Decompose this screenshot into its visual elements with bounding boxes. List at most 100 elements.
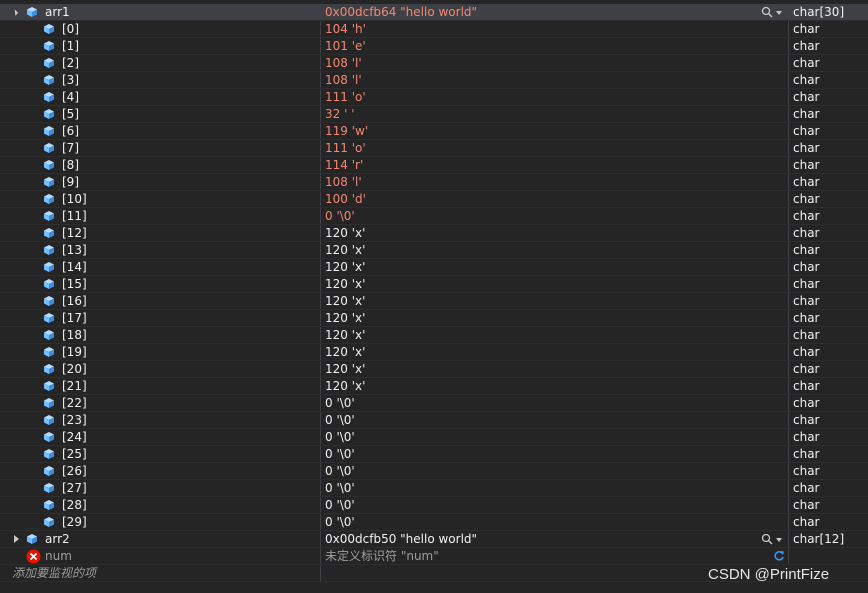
element-index: [25] bbox=[62, 447, 87, 461]
chevron-down-icon[interactable] bbox=[776, 538, 782, 542]
value-cell[interactable]: 104 'h' bbox=[320, 21, 787, 37]
variable-name: arr2 bbox=[45, 532, 70, 546]
array-element-row[interactable]: [2] 108 'l' char bbox=[0, 55, 868, 72]
value-cell[interactable]: 120 'x' bbox=[320, 378, 787, 394]
value-cell[interactable]: 119 'w' bbox=[320, 123, 787, 139]
array-element-row[interactable]: [22] 0 '\0' char bbox=[0, 395, 868, 412]
value-cell[interactable]: 0 '\0' bbox=[320, 412, 787, 428]
array-element-row[interactable]: [21] 120 'x' char bbox=[0, 378, 868, 395]
array-element-row[interactable]: [12] 120 'x' char bbox=[0, 225, 868, 242]
variable-cube-icon bbox=[27, 7, 37, 17]
value-cell[interactable]: 0 '\0' bbox=[320, 497, 787, 513]
array-element-row[interactable]: [3] 108 'l' char bbox=[0, 72, 868, 89]
value-cell[interactable]: 100 'd' bbox=[320, 191, 787, 207]
variable-cube-icon bbox=[44, 296, 54, 306]
name-cell: [8] bbox=[0, 157, 319, 173]
value-cell[interactable]: 120 'x' bbox=[320, 242, 787, 258]
array-element-row[interactable]: [19] 120 'x' char bbox=[0, 344, 868, 361]
value-cell[interactable]: 120 'x' bbox=[320, 293, 787, 309]
value-cell[interactable]: 111 'o' bbox=[320, 140, 787, 156]
variable-cube-icon bbox=[44, 109, 54, 119]
array-element-row[interactable]: [7] 111 'o' char bbox=[0, 140, 868, 157]
array-element-row[interactable]: [25] 0 '\0' char bbox=[0, 446, 868, 463]
array-element-row[interactable]: [16] 120 'x' char bbox=[0, 293, 868, 310]
array-element-row[interactable]: [10] 100 'd' char bbox=[0, 191, 868, 208]
array-element-row[interactable]: [18] 120 'x' char bbox=[0, 327, 868, 344]
collapse-arrow-icon[interactable] bbox=[11, 9, 19, 16]
watch-row-arr1[interactable]: arr1 0x00dcfb64 "hello world" char[30] bbox=[0, 4, 868, 21]
chevron-down-icon[interactable] bbox=[776, 11, 782, 15]
name-cell: arr1 bbox=[0, 4, 319, 20]
array-element-row[interactable]: [9] 108 'l' char bbox=[0, 174, 868, 191]
array-element-row[interactable]: [1] 101 'e' char bbox=[0, 38, 868, 55]
magnifier-icon[interactable] bbox=[761, 6, 773, 18]
array-element-row[interactable]: [5] 32 ' ' char bbox=[0, 106, 868, 123]
array-element-row[interactable]: [0] 104 'h' char bbox=[0, 21, 868, 38]
value-cell[interactable]: 0 '\0' bbox=[320, 395, 787, 411]
array-element-row[interactable]: [8] 114 'r' char bbox=[0, 157, 868, 174]
element-index: [15] bbox=[62, 277, 87, 291]
name-cell: [22] bbox=[0, 395, 319, 411]
array-element-row[interactable]: [17] 120 'x' char bbox=[0, 310, 868, 327]
value-cell[interactable]: 120 'x' bbox=[320, 259, 787, 275]
value-cell[interactable]: 0 '\0' bbox=[320, 429, 787, 445]
value-cell[interactable]: 114 'r' bbox=[320, 157, 787, 173]
value-cell[interactable]: 0 '\0' bbox=[320, 208, 787, 224]
type-cell: char bbox=[788, 191, 868, 207]
expand-arrow-icon[interactable] bbox=[14, 535, 19, 543]
value-cell[interactable]: 0x00dcfb64 "hello world" bbox=[320, 4, 787, 20]
array-element-row[interactable]: [4] 111 'o' char bbox=[0, 89, 868, 106]
add-watch-input[interactable]: 添加要监视的项 bbox=[0, 565, 319, 581]
array-element-row[interactable]: [27] 0 '\0' char bbox=[0, 480, 868, 497]
variable-cube-icon bbox=[44, 41, 54, 51]
array-element-row[interactable]: [29] 0 '\0' char bbox=[0, 514, 868, 531]
value-cell[interactable]: 0 '\0' bbox=[320, 514, 787, 530]
element-index: [1] bbox=[62, 39, 79, 53]
magnifier-icon[interactable] bbox=[761, 533, 773, 545]
value-cell[interactable]: 120 'x' bbox=[320, 310, 787, 326]
array-element-row[interactable]: [24] 0 '\0' char bbox=[0, 429, 868, 446]
variable-cube-icon bbox=[44, 500, 54, 510]
array-element-row[interactable]: [15] 120 'x' char bbox=[0, 276, 868, 293]
value-cell[interactable]: 108 'l' bbox=[320, 55, 787, 71]
value-cell[interactable]: 120 'x' bbox=[320, 276, 787, 292]
value-cell[interactable]: 120 'x' bbox=[320, 344, 787, 360]
variable-cube-icon bbox=[44, 364, 54, 374]
type-cell: char bbox=[788, 157, 868, 173]
value-cell[interactable]: 120 'x' bbox=[320, 327, 787, 343]
watch-row-arr2[interactable]: arr2 0x00dcfb50 "hello world" char[12] bbox=[0, 531, 868, 548]
array-element-row[interactable]: [13] 120 'x' char bbox=[0, 242, 868, 259]
value-cell[interactable]: 120 'x' bbox=[320, 361, 787, 377]
type-cell: char bbox=[788, 259, 868, 275]
name-cell: [11] bbox=[0, 208, 319, 224]
value-cell[interactable]: 108 'l' bbox=[320, 72, 787, 88]
array-element-row[interactable]: [26] 0 '\0' char bbox=[0, 463, 868, 480]
element-index: [0] bbox=[62, 22, 79, 36]
refresh-icon[interactable] bbox=[773, 550, 785, 562]
array-element-row[interactable]: [11] 0 '\0' char bbox=[0, 208, 868, 225]
value-cell[interactable]: 111 'o' bbox=[320, 89, 787, 105]
array-element-row[interactable]: [6] 119 'w' char bbox=[0, 123, 868, 140]
variable-cube-icon bbox=[44, 432, 54, 442]
value-cell[interactable]: 0 '\0' bbox=[320, 463, 787, 479]
array-element-row[interactable]: [23] 0 '\0' char bbox=[0, 412, 868, 429]
watch-row-num[interactable]: num 未定义标识符 "num" bbox=[0, 548, 868, 565]
element-index: [10] bbox=[62, 192, 87, 206]
value-cell[interactable]: 101 'e' bbox=[320, 38, 787, 54]
type-cell: char bbox=[788, 378, 868, 394]
array-element-row[interactable]: [20] 120 'x' char bbox=[0, 361, 868, 378]
value-cell[interactable]: 0 '\0' bbox=[320, 446, 787, 462]
value-cell[interactable]: 120 'x' bbox=[320, 225, 787, 241]
array-element-row[interactable]: [14] 120 'x' char bbox=[0, 259, 868, 276]
name-cell: [19] bbox=[0, 344, 319, 360]
type-cell: char bbox=[788, 106, 868, 122]
variable-cube-icon bbox=[44, 449, 54, 459]
element-index: [22] bbox=[62, 396, 87, 410]
array-element-row[interactable]: [28] 0 '\0' char bbox=[0, 497, 868, 514]
type-cell: char bbox=[788, 412, 868, 428]
value-cell[interactable]: 0 '\0' bbox=[320, 480, 787, 496]
value-cell[interactable]: 32 ' ' bbox=[320, 106, 787, 122]
value-cell[interactable]: 108 'l' bbox=[320, 174, 787, 190]
variable-cube-icon bbox=[44, 126, 54, 136]
value-cell[interactable]: 0x00dcfb50 "hello world" bbox=[320, 531, 787, 547]
